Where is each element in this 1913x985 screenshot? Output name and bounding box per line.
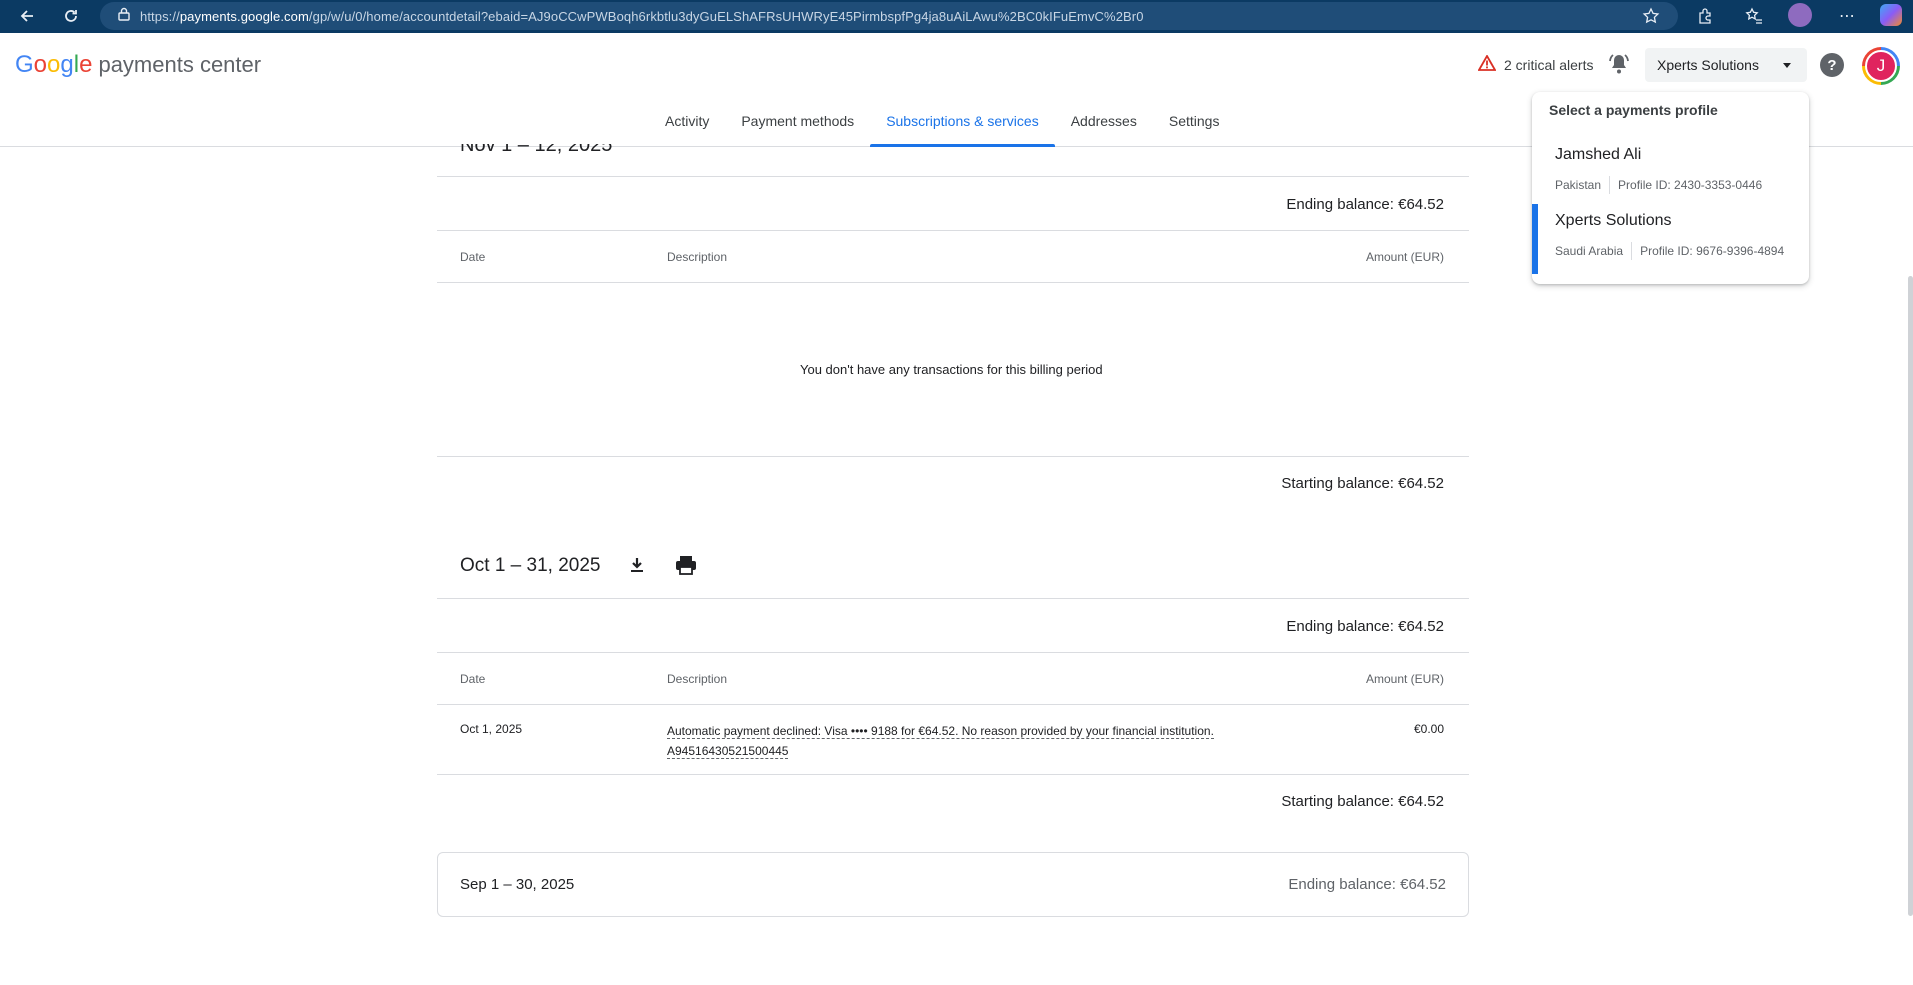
profile-name: Jamshed Ali	[1555, 146, 1642, 163]
column-header-description: Description	[667, 250, 728, 264]
lock-icon	[118, 7, 130, 26]
payments-profile-selector[interactable]: Xperts Solutions	[1645, 48, 1807, 82]
tab-activity[interactable]: Activity	[649, 113, 725, 147]
transaction-amount: €0.00	[1413, 722, 1444, 736]
google-payments-logo[interactable]: Google payments center	[15, 51, 261, 79]
print-icon[interactable]	[675, 555, 696, 575]
profile-option-jamshed-ali[interactable]: Jamshed Ali Pakistan Profile ID: 2430-33…	[1532, 138, 1809, 208]
meta-separator	[1631, 242, 1633, 260]
profile-country: Pakistan	[1555, 178, 1602, 192]
more-menu-icon[interactable]: ⋯	[1836, 5, 1858, 27]
period-card-sep[interactable]: Sep 1 – 30, 2025 Ending balance: €64.52	[437, 852, 1469, 917]
browser-profile-avatar[interactable]	[1788, 3, 1812, 27]
divider	[437, 598, 1469, 599]
profile-option-xperts-solutions[interactable]: Xperts Solutions Saudi Arabia Profile ID…	[1532, 204, 1809, 274]
alerts-label: 2 critical alerts	[1504, 56, 1594, 73]
favorite-star-icon[interactable]	[1640, 5, 1662, 27]
tab-payment-methods[interactable]: Payment methods	[725, 113, 870, 147]
help-icon[interactable]: ?	[1820, 53, 1844, 77]
profile-meta: Pakistan Profile ID: 2430-3353-0446	[1555, 176, 1762, 194]
avatar-letter: J	[1865, 50, 1897, 82]
back-icon[interactable]	[16, 5, 38, 27]
divider	[437, 652, 1469, 653]
logo-letter: o	[33, 51, 48, 78]
period-title-oct: Oct 1 – 31, 2025	[460, 555, 601, 576]
transaction-description-text: Automatic payment declined: Visa •••• 91…	[667, 724, 1214, 739]
dropdown-title: Select a payments profile	[1549, 102, 1718, 118]
period-title-sep: Sep 1 – 30, 2025	[460, 876, 575, 893]
column-header-date: Date	[460, 672, 486, 686]
ending-balance-sep: Ending balance: €64.52	[1288, 876, 1446, 893]
download-icon[interactable]	[627, 555, 647, 575]
payments-profile-dropdown: Select a payments profile Jamshed Ali Pa…	[1532, 92, 1809, 284]
profile-name: Xperts Solutions	[1555, 212, 1672, 229]
profile-selector-label: Xperts Solutions	[1657, 57, 1759, 73]
help-glyph: ?	[1827, 56, 1837, 74]
address-bar[interactable]: https://payments.google.com/gp/w/u/0/hom…	[100, 2, 1678, 30]
divider	[437, 230, 1469, 231]
transaction-date: Oct 1, 2025	[460, 722, 523, 736]
browser-toolbar: https://payments.google.com/gp/w/u/0/hom…	[0, 0, 1913, 33]
divider	[437, 456, 1469, 457]
column-header-description: Description	[667, 672, 728, 686]
divider	[437, 282, 1469, 283]
divider	[437, 774, 1469, 775]
profile-country: Saudi Arabia	[1555, 244, 1624, 258]
column-header-amount: Amount (EUR)	[1365, 250, 1444, 264]
product-name: payments center	[98, 52, 262, 77]
caret-down-icon	[1781, 58, 1793, 74]
copilot-icon[interactable]	[1880, 4, 1902, 26]
starting-balance-nov: Starting balance: €64.52	[1281, 475, 1444, 492]
transaction-description[interactable]: Automatic payment declined: Visa •••• 91…	[667, 721, 1292, 761]
logo-letter: G	[15, 51, 34, 78]
reload-icon[interactable]	[60, 5, 82, 27]
divider	[437, 704, 1469, 705]
warning-icon	[1477, 54, 1497, 74]
favorites-icon[interactable]	[1743, 5, 1765, 27]
page-scrollbar[interactable]	[1908, 276, 1913, 916]
divider	[437, 176, 1469, 177]
logo-letter: e	[79, 51, 93, 78]
extensions-icon[interactable]	[1694, 5, 1716, 27]
column-header-date: Date	[460, 250, 486, 264]
starting-balance-oct: Starting balance: €64.52	[1281, 793, 1444, 810]
url-text: https://payments.google.com/gp/w/u/0/hom…	[140, 8, 1144, 24]
empty-transactions-message: You don't have any transactions for this…	[800, 362, 1103, 377]
ending-balance-nov: Ending balance: €64.52	[1286, 196, 1444, 213]
notifications-bell-icon[interactable]	[1607, 52, 1633, 78]
logo-letter: o	[47, 51, 61, 78]
logo-letter: g	[60, 51, 74, 78]
column-header-amount: Amount (EUR)	[1365, 672, 1444, 686]
tab-addresses[interactable]: Addresses	[1055, 113, 1153, 147]
transaction-reference: A94516430521500445	[667, 744, 789, 759]
tab-subscriptions-services[interactable]: Subscriptions & services	[870, 113, 1055, 147]
tab-settings[interactable]: Settings	[1153, 113, 1236, 147]
main-tabs: Activity Payment methods Subscriptions &…	[649, 113, 1235, 147]
critical-alerts-link[interactable]: 2 critical alerts	[1477, 54, 1594, 74]
meta-separator	[1609, 176, 1611, 194]
ending-balance-oct: Ending balance: €64.52	[1286, 618, 1444, 635]
profile-meta: Saudi Arabia Profile ID: 9676-9396-4894	[1555, 242, 1784, 260]
account-avatar[interactable]: J	[1862, 47, 1900, 85]
profile-id: Profile ID: 2430-3353-0446	[1618, 178, 1763, 192]
profile-id: Profile ID: 9676-9396-4894	[1640, 244, 1785, 258]
